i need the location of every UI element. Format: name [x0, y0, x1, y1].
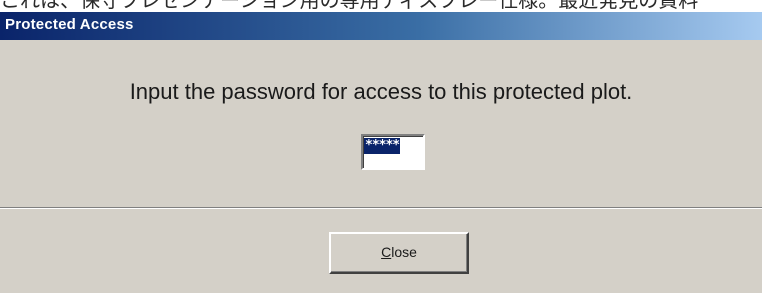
- dialog-titlebar[interactable]: Protected Access: [0, 12, 762, 40]
- password-input[interactable]: *****: [361, 134, 425, 170]
- close-button-label: lose: [391, 244, 417, 260]
- separator-highlight: [0, 208, 762, 209]
- background-window-strip: これは、保守プレゼンテーション用の専用ディスプレー仕様。最近発見の資料: [0, 0, 768, 12]
- background-text: これは、保守プレゼンテーション用の専用ディスプレー仕様。最近発見の資料: [0, 0, 699, 12]
- protected-access-dialog: Protected Access Input the password for …: [0, 12, 764, 293]
- close-button[interactable]: Close: [329, 232, 469, 274]
- password-prompt-text: Input the password for access to this pr…: [129, 79, 633, 104]
- dialog-title: Protected Access: [5, 16, 134, 33]
- close-button-mnemonic: C: [381, 244, 392, 260]
- password-masked-value: *****: [364, 138, 400, 154]
